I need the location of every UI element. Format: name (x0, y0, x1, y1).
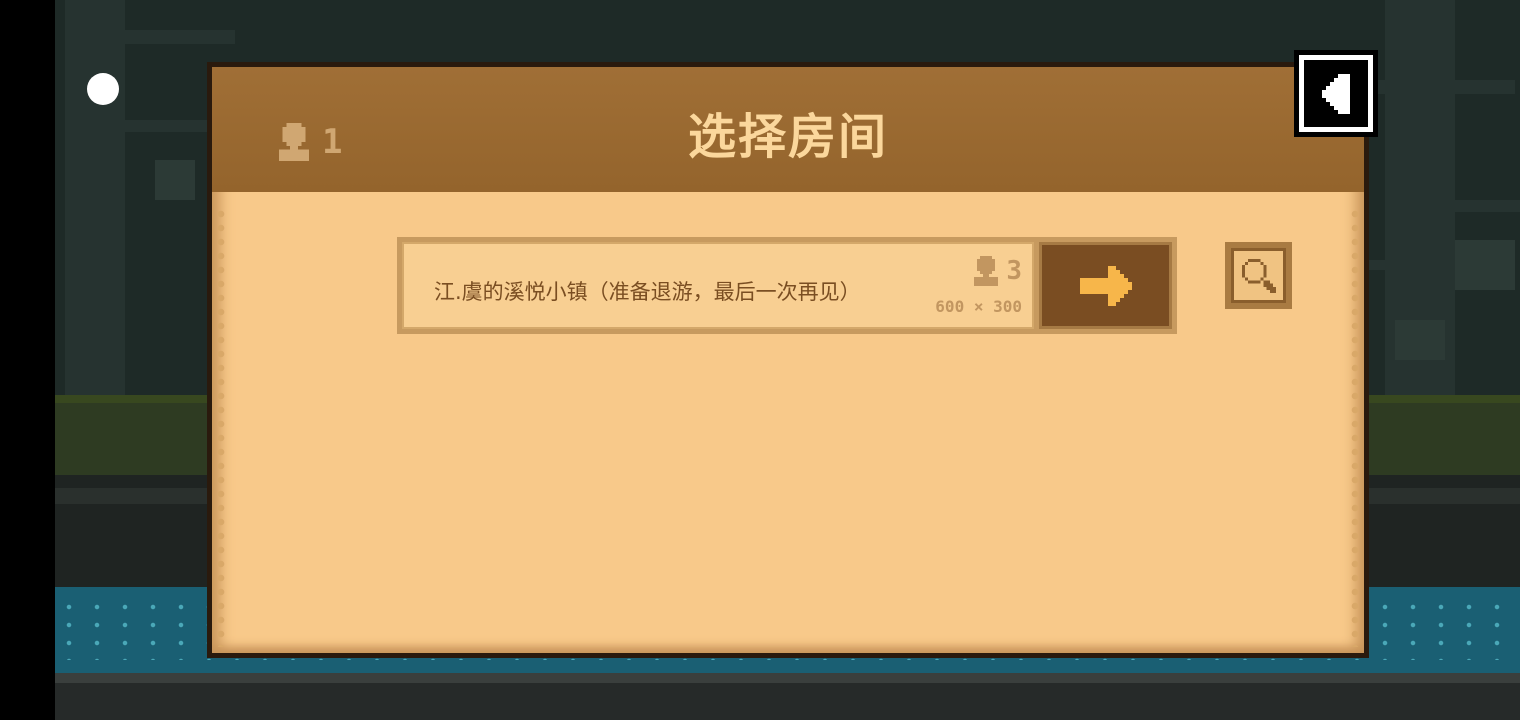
arrow-right-icon (1079, 265, 1132, 306)
room-list-item[interactable]: 江.虞的溪悦小镇（准备退游，最后一次再见） 3 600 × 300 (397, 237, 1177, 334)
room-name: 江.虞的溪悦小镇（准备退游，最后一次再见） (434, 280, 861, 304)
status-dot (87, 73, 119, 105)
room-player-count: 3 (974, 256, 1022, 286)
select-room-dialog: 1 选择房间 江.虞的溪悦小镇（准备退游，最后一次再见） 3 600 × 300 (207, 62, 1369, 658)
back-arrow-icon (1322, 73, 1350, 114)
room-player-number: 3 (1006, 256, 1022, 286)
search-button-face (1231, 248, 1286, 303)
search-button[interactable] (1225, 242, 1292, 309)
person-icon (974, 256, 999, 286)
back-button[interactable] (1294, 50, 1378, 137)
floor-edge (55, 673, 1520, 683)
join-room-button[interactable] (1039, 242, 1172, 329)
dialog-title: 选择房间 (687, 109, 888, 165)
right-scallop-edge (1350, 207, 1360, 647)
room-card[interactable]: 江.虞的溪悦小镇（准备退游，最后一次再见） 3 600 × 300 (402, 242, 1034, 329)
header-scallop-edge (212, 185, 1364, 199)
dialog-panel: 1 选择房间 江.虞的溪悦小镇（准备退游，最后一次再见） 3 600 × 300 (212, 67, 1364, 653)
back-button-face (1299, 55, 1373, 132)
magnifier-icon (1241, 258, 1276, 293)
room-size: 600 × 300 (935, 297, 1022, 316)
left-scallop-edge (216, 207, 226, 647)
